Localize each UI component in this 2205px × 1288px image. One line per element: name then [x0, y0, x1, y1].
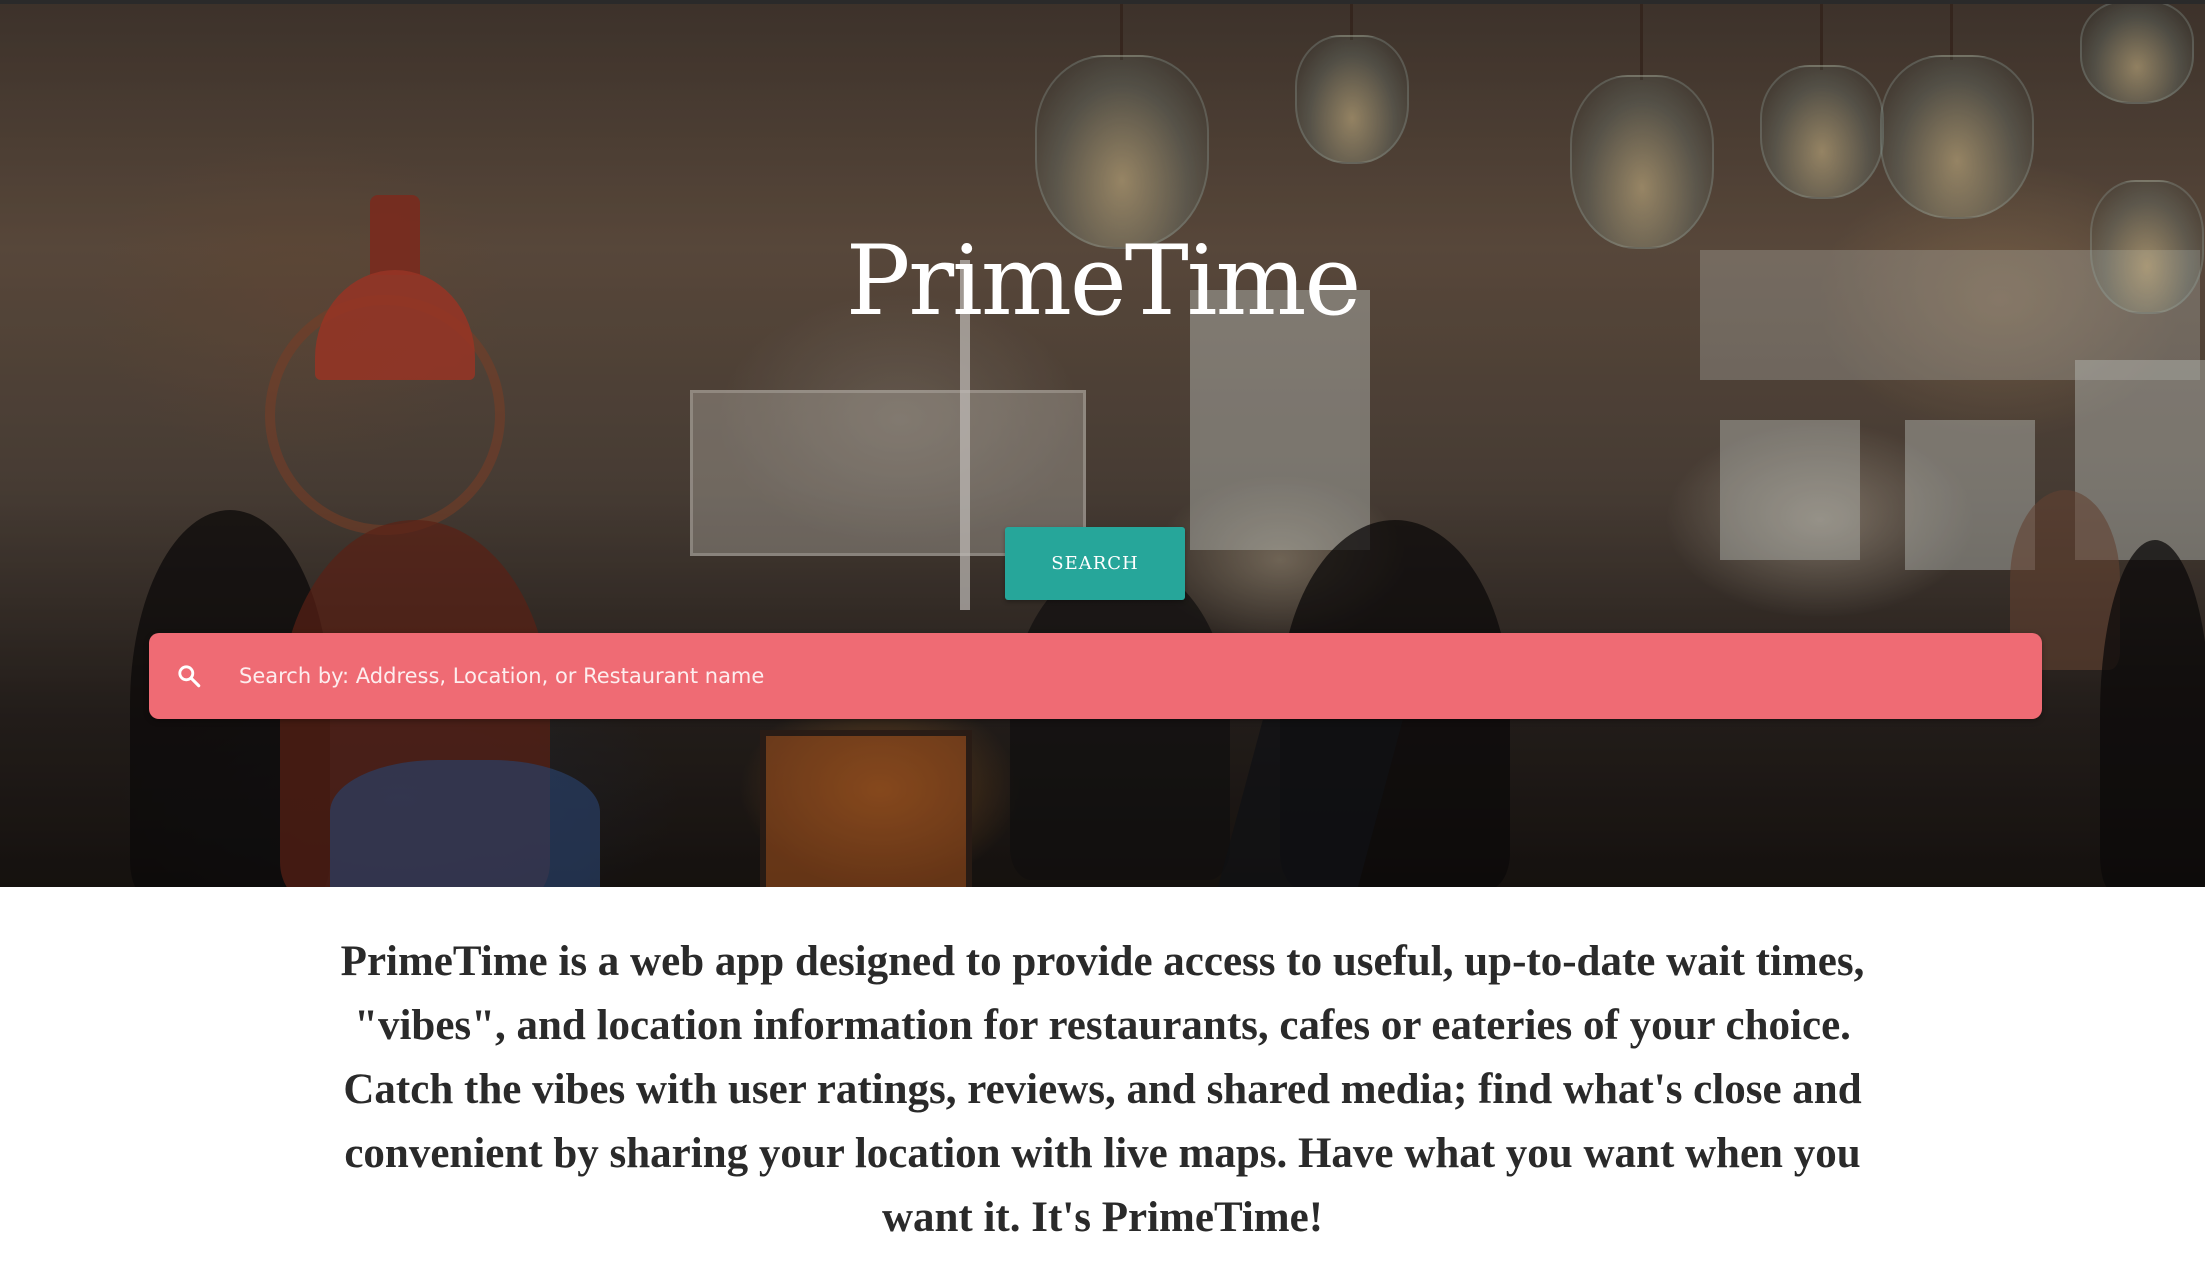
- search-input[interactable]: [237, 645, 2022, 707]
- app-description: PrimeTime is a web app designed to provi…: [340, 938, 1865, 1241]
- site-title: PrimeTime: [845, 225, 1362, 337]
- hero-section: [0, 0, 2205, 887]
- search-bar[interactable]: [149, 633, 2042, 719]
- search-icon[interactable]: [169, 656, 209, 696]
- top-border: [0, 0, 2205, 4]
- search-button[interactable]: SEARCH: [1005, 527, 1185, 600]
- page: PrimeTime SEARCH PrimeTime is a web app …: [0, 0, 2205, 1288]
- hero-overlay: [0, 0, 2205, 887]
